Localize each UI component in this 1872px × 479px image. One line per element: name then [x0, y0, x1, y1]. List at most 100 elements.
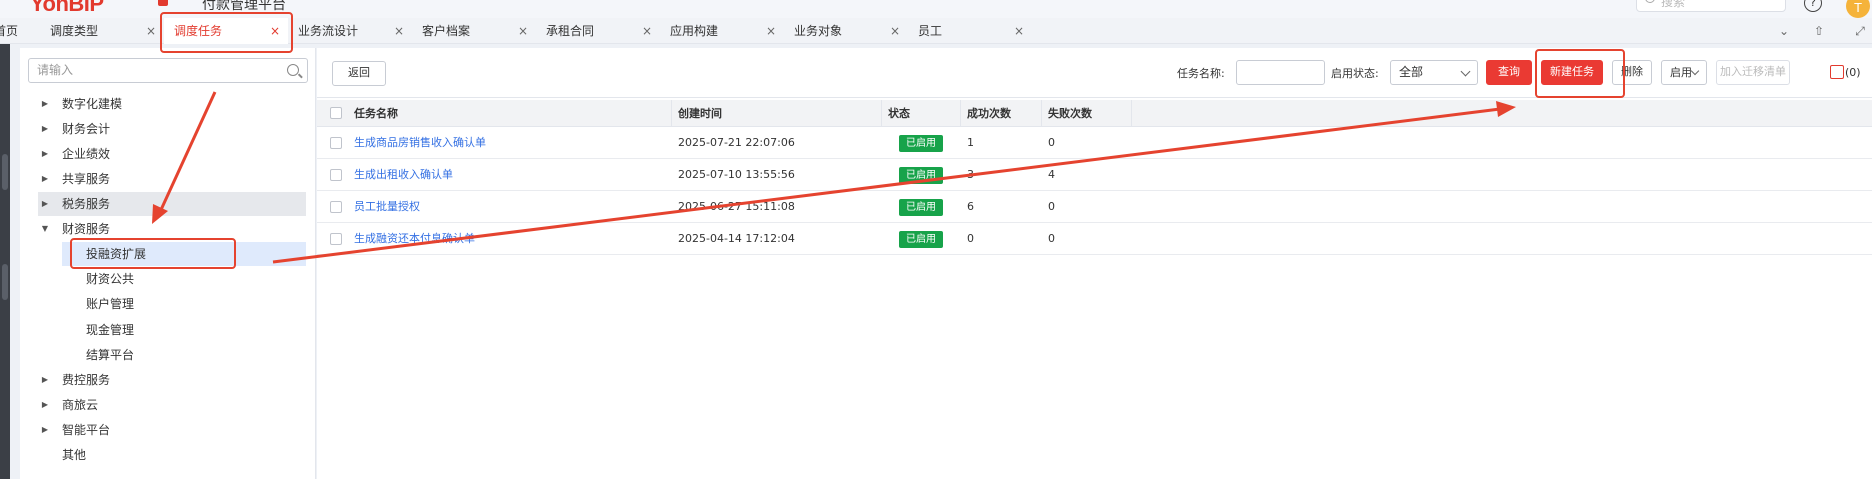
column-header[interactable]: 创建时间	[672, 100, 882, 127]
status-badge: 已启用	[899, 167, 943, 184]
caret-right-icon[interactable]: ▶	[40, 92, 50, 116]
query-button[interactable]: 查询	[1486, 60, 1532, 85]
tab-business-flow-design[interactable]: 业务流设计 ×	[288, 18, 412, 44]
success-count: 1	[967, 136, 974, 149]
select-all-checkbox[interactable]	[330, 107, 342, 119]
close-icon[interactable]: ×	[518, 18, 528, 44]
created-time: 2025-07-10 13:55:56	[678, 168, 795, 181]
close-icon[interactable]: ×	[394, 18, 404, 44]
tree-search-placeholder: 请输入	[37, 63, 74, 77]
tree-item-enterprise-performance[interactable]: ▶ 企业绩效	[38, 142, 306, 166]
tree-item-settlement-platform[interactable]: 结算平台	[62, 343, 306, 367]
enable-label: 启用	[1670, 66, 1692, 79]
tree-item-investment-financing-extension[interactable]: 投融资扩展	[62, 242, 306, 266]
task-name-input[interactable]	[1236, 60, 1325, 85]
caret-right-icon[interactable]: ▶	[40, 117, 50, 141]
tree-item-label: 共享服务	[62, 172, 111, 186]
tab-app-build[interactable]: 应用构建 ×	[660, 18, 784, 44]
task-name-label: 任务名称:	[1177, 67, 1225, 80]
caret-right-icon[interactable]: ▶	[40, 192, 50, 216]
tab-employee[interactable]: 员工 ×	[908, 18, 1032, 44]
column-header[interactable]: 任务名称	[348, 100, 672, 127]
delete-button[interactable]: 删除	[1612, 60, 1652, 85]
tree-item-tax-services[interactable]: ▶ 税务服务	[38, 192, 306, 216]
caret-down-icon[interactable]: ▼	[40, 217, 50, 241]
table-row[interactable]: 生成商品房销售收入确认单 2025-07-21 22:07:06 已启用 1 0	[317, 127, 1872, 159]
table-row[interactable]: 生成出租收入确认单 2025-07-10 13:55:56 已启用 3 4	[317, 159, 1872, 191]
column-header[interactable]: 成功次数	[961, 100, 1042, 127]
tree-item-business-travel[interactable]: ▶ 商旅云	[38, 393, 306, 417]
tree-item-intelligent-platform[interactable]: ▶ 智能平台	[38, 418, 306, 442]
tree-search-input[interactable]: 请输入	[28, 58, 308, 83]
tree-item-treasury-common[interactable]: 财资公共	[62, 267, 306, 291]
tree-item-label: 企业绩效	[62, 147, 111, 161]
tree-item-shared-services[interactable]: ▶ 共享服务	[38, 167, 306, 191]
caret-right-icon[interactable]: ▶	[40, 393, 50, 417]
export-icon[interactable]	[1830, 65, 1844, 79]
caret-right-icon[interactable]: ▶	[40, 142, 50, 166]
caret-right-icon[interactable]: ▶	[40, 418, 50, 442]
tree-item-label: 智能平台	[62, 423, 111, 437]
tab-label: 调度类型	[50, 24, 99, 38]
new-task-button[interactable]: 新建任务	[1541, 60, 1603, 85]
close-icon[interactable]: ×	[146, 18, 156, 44]
add-to-migration-list-button[interactable]: 加入迁移清单	[1716, 60, 1790, 85]
back-button[interactable]: 返回	[332, 61, 386, 86]
tab-label: 员工	[918, 24, 943, 38]
tab-home[interactable]: 首页	[0, 18, 34, 44]
close-icon[interactable]: ×	[1014, 18, 1024, 44]
close-icon[interactable]: ×	[270, 18, 280, 44]
tree-item-digital-modeling[interactable]: ▶ 数字化建模	[38, 92, 306, 116]
tree-item-financial-accounting[interactable]: ▶ 财务会计	[38, 117, 306, 141]
row-checkbox[interactable]	[330, 201, 342, 213]
created-time: 2025-06-27 15:11:08	[678, 200, 795, 213]
column-header[interactable]: 失败次数	[1042, 100, 1132, 127]
column-header[interactable]: 状态	[882, 100, 961, 127]
close-icon[interactable]: ×	[890, 18, 900, 44]
tree-item-label: 财资服务	[62, 222, 111, 236]
tree-item-expense-control[interactable]: ▶ 费控服务	[38, 368, 306, 392]
side-rail	[0, 44, 10, 479]
tree-item-treasury-services[interactable]: ▼ 财资服务	[38, 217, 306, 241]
chevron-down-icon	[1690, 66, 1700, 76]
row-checkbox[interactable]	[330, 169, 342, 181]
tree-item-account-management[interactable]: 账户管理	[62, 292, 306, 316]
task-name-link[interactable]: 生成融资还本付息确认单	[348, 223, 475, 255]
caret-right-icon[interactable]: ▶	[40, 368, 50, 392]
upload-icon[interactable]: ⇧	[1809, 21, 1829, 41]
fullscreen-icon[interactable]: ⤢	[1850, 21, 1870, 41]
help-icon[interactable]: ?	[1804, 0, 1822, 12]
notification-icon[interactable]	[158, 0, 168, 6]
table-row[interactable]: 员工批量授权 2025-06-27 15:11:08 已启用 6 0	[317, 191, 1872, 223]
enable-status-label: 启用状态:	[1331, 67, 1379, 80]
tab-lease-contract[interactable]: 承租合同 ×	[536, 18, 660, 44]
enable-status-value: 全部	[1399, 65, 1424, 79]
main-content: 返回 任务名称: 启用状态: 全部 查询 新建任务 删除 启用 加入迁移清单 (…	[317, 48, 1872, 479]
tab-schedule-type[interactable]: 调度类型 ×	[40, 18, 158, 44]
tree-item-other[interactable]: 其他	[38, 443, 306, 467]
yonbip-logo: YonBIP	[30, 0, 104, 16]
caret-right-icon[interactable]: ▶	[40, 167, 50, 191]
global-search-input[interactable]: 搜索	[1636, 0, 1786, 12]
enable-dropdown-button[interactable]: 启用	[1661, 60, 1707, 85]
task-name-link[interactable]: 员工批量授权	[348, 191, 420, 223]
tab-customer-archive[interactable]: 客户档案 ×	[412, 18, 536, 44]
table-row[interactable]: 生成融资还本付息确认单 2025-04-14 17:12:04 已启用 0 0	[317, 223, 1872, 255]
row-checkbox[interactable]	[330, 137, 342, 149]
tab-schedule-task[interactable]: 调度任务 ×	[164, 18, 288, 44]
tree-item-cash-management[interactable]: 现金管理	[62, 318, 306, 342]
avatar[interactable]: T	[1846, 0, 1870, 18]
tab-label: 首页	[0, 24, 19, 38]
tab-business-object[interactable]: 业务对象 ×	[784, 18, 908, 44]
tree-item-label: 投融资扩展	[86, 247, 147, 261]
toolbar: 返回 任务名称: 启用状态: 全部 查询 新建任务 删除 启用 加入迁移清单 (…	[317, 48, 1872, 98]
task-name-link[interactable]: 生成商品房销售收入确认单	[348, 127, 486, 159]
chevron-down-icon[interactable]: ⌄	[1774, 21, 1794, 41]
close-icon[interactable]: ×	[766, 18, 776, 44]
row-checkbox[interactable]	[330, 233, 342, 245]
close-icon[interactable]: ×	[642, 18, 652, 44]
task-name-link[interactable]: 生成出租收入确认单	[348, 159, 453, 191]
enable-status-select[interactable]: 全部	[1390, 60, 1478, 85]
search-icon[interactable]	[287, 64, 299, 76]
fail-count: 0	[1048, 200, 1055, 213]
